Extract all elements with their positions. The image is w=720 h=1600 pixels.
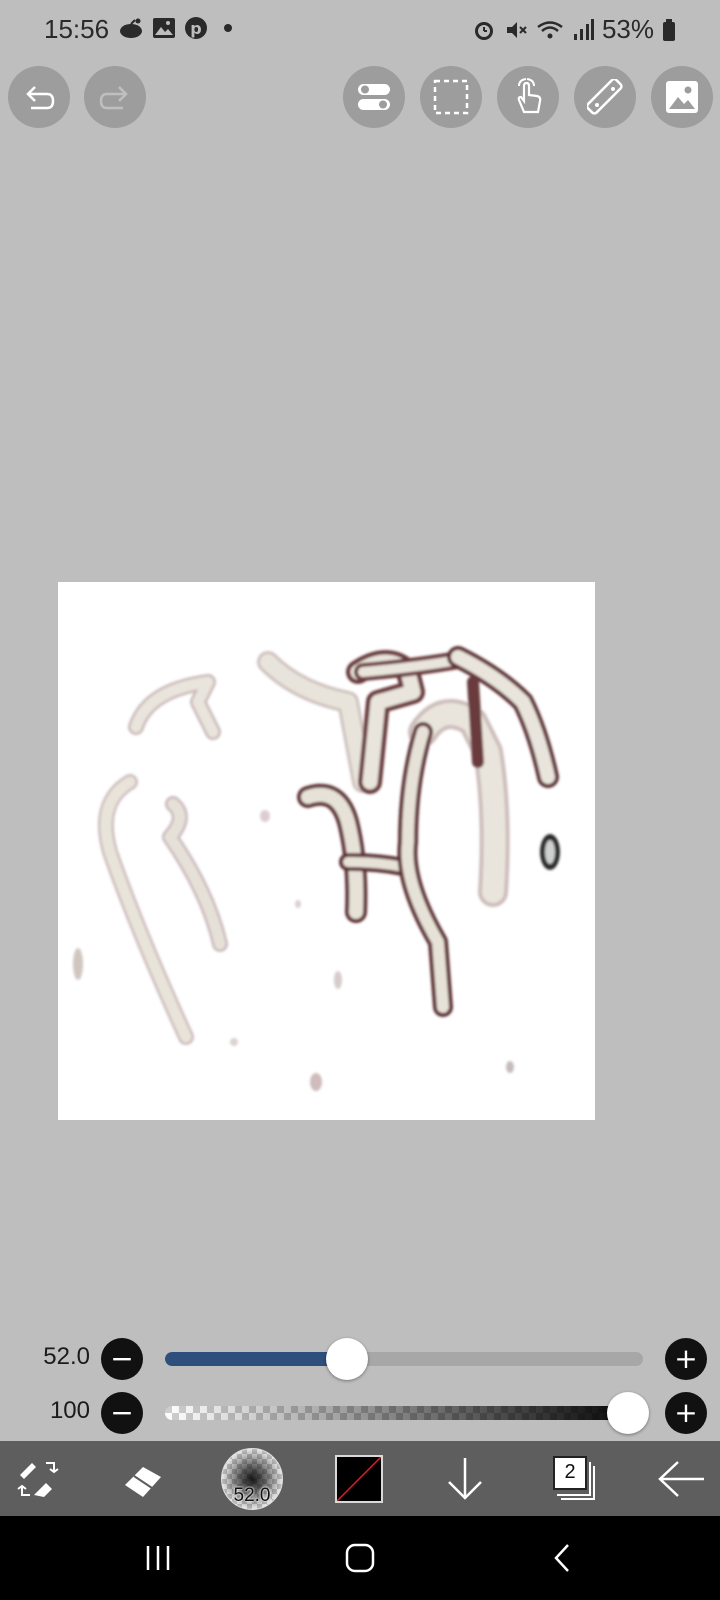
brush-swap-icon [17,1461,59,1497]
layers-button[interactable]: 2 [548,1441,600,1516]
settings-toggle-button[interactable] [343,66,405,128]
eraser-button[interactable] [115,1441,175,1516]
status-left-icons: p [118,16,240,40]
image-reference-button[interactable] [651,66,713,128]
signal-icon [573,18,594,40]
opacity-slider-track[interactable] [165,1406,643,1420]
opacity-decrease-button[interactable]: − [101,1392,143,1434]
alarm-icon [474,21,493,40]
recent-apps-button[interactable] [128,1538,188,1578]
status-bar: 15:56 p 53% [0,0,720,62]
bottom-toolbar: 52.0 2 [0,1441,720,1516]
arrow-left-icon [658,1460,704,1497]
canvas-artwork [73,646,560,1091]
drawing-canvas[interactable] [58,582,595,1120]
battery-percent: 53% [601,14,654,44]
back-button[interactable] [654,1441,710,1516]
opacity-slider-thumb[interactable] [607,1392,649,1434]
selection-button[interactable] [420,66,482,128]
ruler-button[interactable] [574,66,636,128]
wifi-icon [537,20,563,38]
ruler-icon [587,79,623,115]
size-decrease-button[interactable]: − [101,1338,143,1380]
minus-icon: − [110,1342,134,1375]
toggle-icon [358,84,390,110]
redo-button[interactable] [84,66,146,128]
size-value: 52.0 [43,1343,90,1370]
svg-text:p: p [190,19,201,38]
opacity-increase-button[interactable]: + [665,1392,707,1434]
redo-icon [99,86,128,110]
undo-icon [26,86,55,110]
layers-count: 2 [553,1455,587,1490]
size-slider-track[interactable] [165,1352,643,1366]
move-down-button[interactable] [440,1441,490,1516]
battery-icon [663,18,675,41]
chevron-left-icon [554,1544,569,1572]
eraser-icon [125,1466,161,1497]
size-increase-button[interactable]: + [665,1338,707,1380]
status-right: 53% [472,14,676,45]
size-slider-row: 52.0 − + [0,1337,720,1381]
recent-apps-icon [146,1546,170,1570]
dot-icon [224,24,232,32]
brush-preview: 52.0 [221,1447,283,1510]
minus-icon: − [110,1396,134,1429]
pinterest-icon: p [185,17,207,39]
reddit-icon [120,18,142,38]
system-back-button[interactable] [532,1538,592,1578]
arrow-down-icon [448,1457,482,1500]
mute-icon [506,21,527,38]
selection-icon [433,79,469,115]
home-icon [345,1543,375,1573]
opacity-slider-row: 100 − + [0,1391,720,1435]
size-slider-fill [165,1352,347,1366]
color-button[interactable] [334,1441,384,1516]
gesture-button[interactable] [497,66,559,128]
status-time: 15:56 [44,14,110,44]
hand-icon [517,78,542,114]
color-swatch [335,1454,383,1503]
size-slider-thumb[interactable] [325,1338,368,1380]
brush-size-button[interactable]: 52.0 [219,1441,285,1516]
image-icon [666,81,698,113]
brush-eraser-swap-button[interactable] [8,1441,68,1516]
home-button[interactable] [330,1538,390,1578]
system-nav-bar [0,1516,720,1600]
color-slash-icon [337,1456,381,1501]
gallery-icon [153,18,175,38]
undo-button[interactable] [8,66,70,128]
opacity-value: 100 [49,1397,90,1424]
brush-size-label: 52.0 [233,1484,271,1506]
layers-icon: 2 [551,1455,597,1502]
plus-icon: + [674,1342,698,1375]
plus-icon: + [674,1396,698,1429]
